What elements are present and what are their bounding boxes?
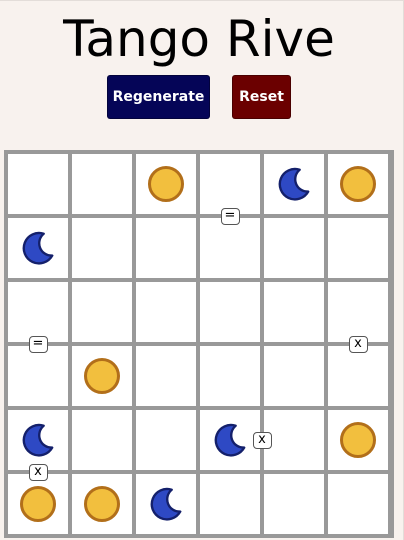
- board-cell[interactable]: [328, 346, 388, 406]
- game-board: = = x x x: [4, 150, 394, 538]
- board-cell[interactable]: [72, 410, 132, 470]
- board-cell[interactable]: [72, 282, 132, 342]
- board-cell[interactable]: [264, 410, 324, 470]
- moon-icon: [22, 231, 54, 265]
- board-cell[interactable]: [136, 154, 196, 214]
- board-cell[interactable]: [264, 282, 324, 342]
- page-title: Tango Rive: [63, 10, 335, 68]
- board-cell[interactable]: [200, 346, 260, 406]
- board-cell[interactable]: [264, 218, 324, 278]
- board-cell[interactable]: [328, 474, 388, 534]
- board-cell[interactable]: [200, 474, 260, 534]
- board-cell[interactable]: [8, 282, 68, 342]
- board-cell[interactable]: [136, 410, 196, 470]
- opposite-constraint: x: [252, 431, 272, 449]
- sun-icon: [340, 166, 376, 202]
- reset-button[interactable]: Reset: [232, 75, 291, 119]
- board-cell[interactable]: [8, 218, 68, 278]
- board-cell[interactable]: [136, 218, 196, 278]
- board-cell[interactable]: [264, 474, 324, 534]
- board-cell[interactable]: [72, 218, 132, 278]
- equal-constraint: =: [28, 335, 48, 353]
- board-cell[interactable]: [200, 218, 260, 278]
- board-cell[interactable]: [72, 346, 132, 406]
- board-cell[interactable]: [328, 410, 388, 470]
- board-cell[interactable]: [72, 474, 132, 534]
- board-cell[interactable]: [136, 282, 196, 342]
- board-cell[interactable]: [72, 154, 132, 214]
- moon-icon: [214, 423, 246, 457]
- moon-icon: [278, 167, 310, 201]
- board-cell[interactable]: [200, 154, 260, 214]
- moon-icon: [22, 423, 54, 457]
- board-cell[interactable]: [8, 346, 68, 406]
- board-cell[interactable]: [200, 410, 260, 470]
- board-cell[interactable]: [8, 410, 68, 470]
- board-cell[interactable]: [328, 154, 388, 214]
- board-cell[interactable]: [136, 346, 196, 406]
- board-cell[interactable]: [328, 282, 388, 342]
- regenerate-button[interactable]: Regenerate: [107, 75, 210, 119]
- sun-icon: [84, 486, 120, 522]
- board-cell[interactable]: [264, 154, 324, 214]
- board-cell[interactable]: [136, 474, 196, 534]
- board-cell[interactable]: [8, 154, 68, 214]
- board-cell[interactable]: [200, 282, 260, 342]
- equal-constraint: =: [220, 207, 240, 225]
- top-border: [0, 0, 404, 1]
- sun-icon: [84, 358, 120, 394]
- moon-icon: [150, 487, 182, 521]
- sun-icon: [340, 422, 376, 458]
- board-cell[interactable]: [8, 474, 68, 534]
- sun-icon: [20, 486, 56, 522]
- opposite-constraint: x: [348, 335, 368, 353]
- board-cell[interactable]: [264, 346, 324, 406]
- sun-icon: [148, 166, 184, 202]
- opposite-constraint: x: [28, 463, 48, 481]
- board-cell[interactable]: [328, 218, 388, 278]
